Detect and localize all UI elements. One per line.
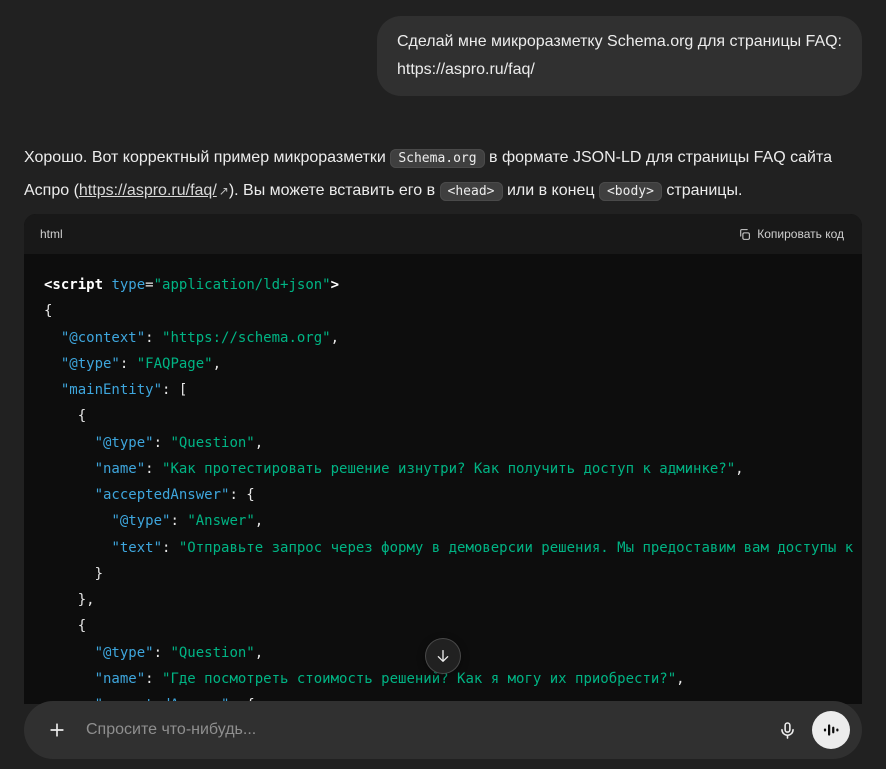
arrow-down-icon xyxy=(435,648,451,664)
code-line: "text": "Отправьте запрос через форму в … xyxy=(44,535,842,561)
chat-page: Сделай мне микроразметку Schema.org для … xyxy=(0,0,886,704)
input-placeholder: Спросите что-нибудь... xyxy=(86,721,256,738)
code-line: { xyxy=(44,613,842,639)
user-message-bubble: Сделай мне микроразметку Schema.org для … xyxy=(377,16,862,96)
faq-page-link[interactable]: https://aspro.ru/faq/↗ xyxy=(79,182,229,199)
external-link-icon: ↗ xyxy=(219,175,229,207)
user-message-row: Сделай мне микроразметку Schema.org для … xyxy=(0,0,886,96)
copy-code-button[interactable]: Копировать код xyxy=(736,223,846,245)
voice-waveform-icon xyxy=(822,721,840,739)
prose-text-5: страницы. xyxy=(662,182,742,199)
code-line: "@type": "Question", xyxy=(44,430,842,456)
inline-code-head-tag: <head> xyxy=(440,182,503,201)
code-language-label: html xyxy=(40,227,63,241)
user-message-line1: Сделай мне микроразметку Schema.org для … xyxy=(397,33,842,50)
code-line: "mainEntity": [ xyxy=(44,377,842,403)
copy-icon xyxy=(738,228,751,241)
microphone-button[interactable] xyxy=(768,711,806,749)
code-block-header: html Копировать код xyxy=(24,214,862,254)
code-line: "@type": "Answer", xyxy=(44,508,842,534)
message-composer: Спросите что-нибудь... xyxy=(24,701,862,759)
scroll-to-bottom-button[interactable] xyxy=(425,638,461,674)
code-line: { xyxy=(44,403,842,429)
code-line: "name": "Как протестировать решение изну… xyxy=(44,456,842,482)
attach-button[interactable] xyxy=(38,711,76,749)
user-message-line2: https://aspro.ru/faq/ xyxy=(397,61,535,78)
message-input[interactable]: Спросите что-нибудь... xyxy=(82,721,762,739)
code-line: }, xyxy=(44,587,842,613)
code-line: "@context": "https://schema.org", xyxy=(44,325,842,351)
copy-code-label: Копировать код xyxy=(757,227,844,241)
faq-link-text: https://aspro.ru/faq/ xyxy=(79,182,217,199)
voice-mode-button[interactable] xyxy=(812,711,850,749)
code-line: "@type": "FAQPage", xyxy=(44,351,842,377)
prose-text-3: ). Вы можете вставить его в xyxy=(229,182,440,199)
prose-text-4: или в конец xyxy=(503,182,599,199)
code-line: } xyxy=(44,561,842,587)
inline-code-body-tag: <body> xyxy=(599,182,662,201)
inline-code-schema-org: Schema.org xyxy=(390,149,484,168)
code-line: "acceptedAnswer": { xyxy=(44,482,842,508)
code-content: <script type="application/ld+json">{ "@c… xyxy=(24,254,862,704)
assistant-prose: Хорошо. Вот корректный пример микроразме… xyxy=(24,142,862,208)
code-line: <script type="application/ld+json"> xyxy=(44,272,842,298)
microphone-icon xyxy=(778,721,797,740)
code-block: html Копировать код <script type="applic… xyxy=(24,214,862,704)
code-line: { xyxy=(44,298,842,324)
assistant-message: Хорошо. Вот корректный пример микроразме… xyxy=(0,142,886,704)
prose-text-1: Хорошо. Вот корректный пример микроразме… xyxy=(24,149,390,166)
plus-icon xyxy=(47,720,67,740)
